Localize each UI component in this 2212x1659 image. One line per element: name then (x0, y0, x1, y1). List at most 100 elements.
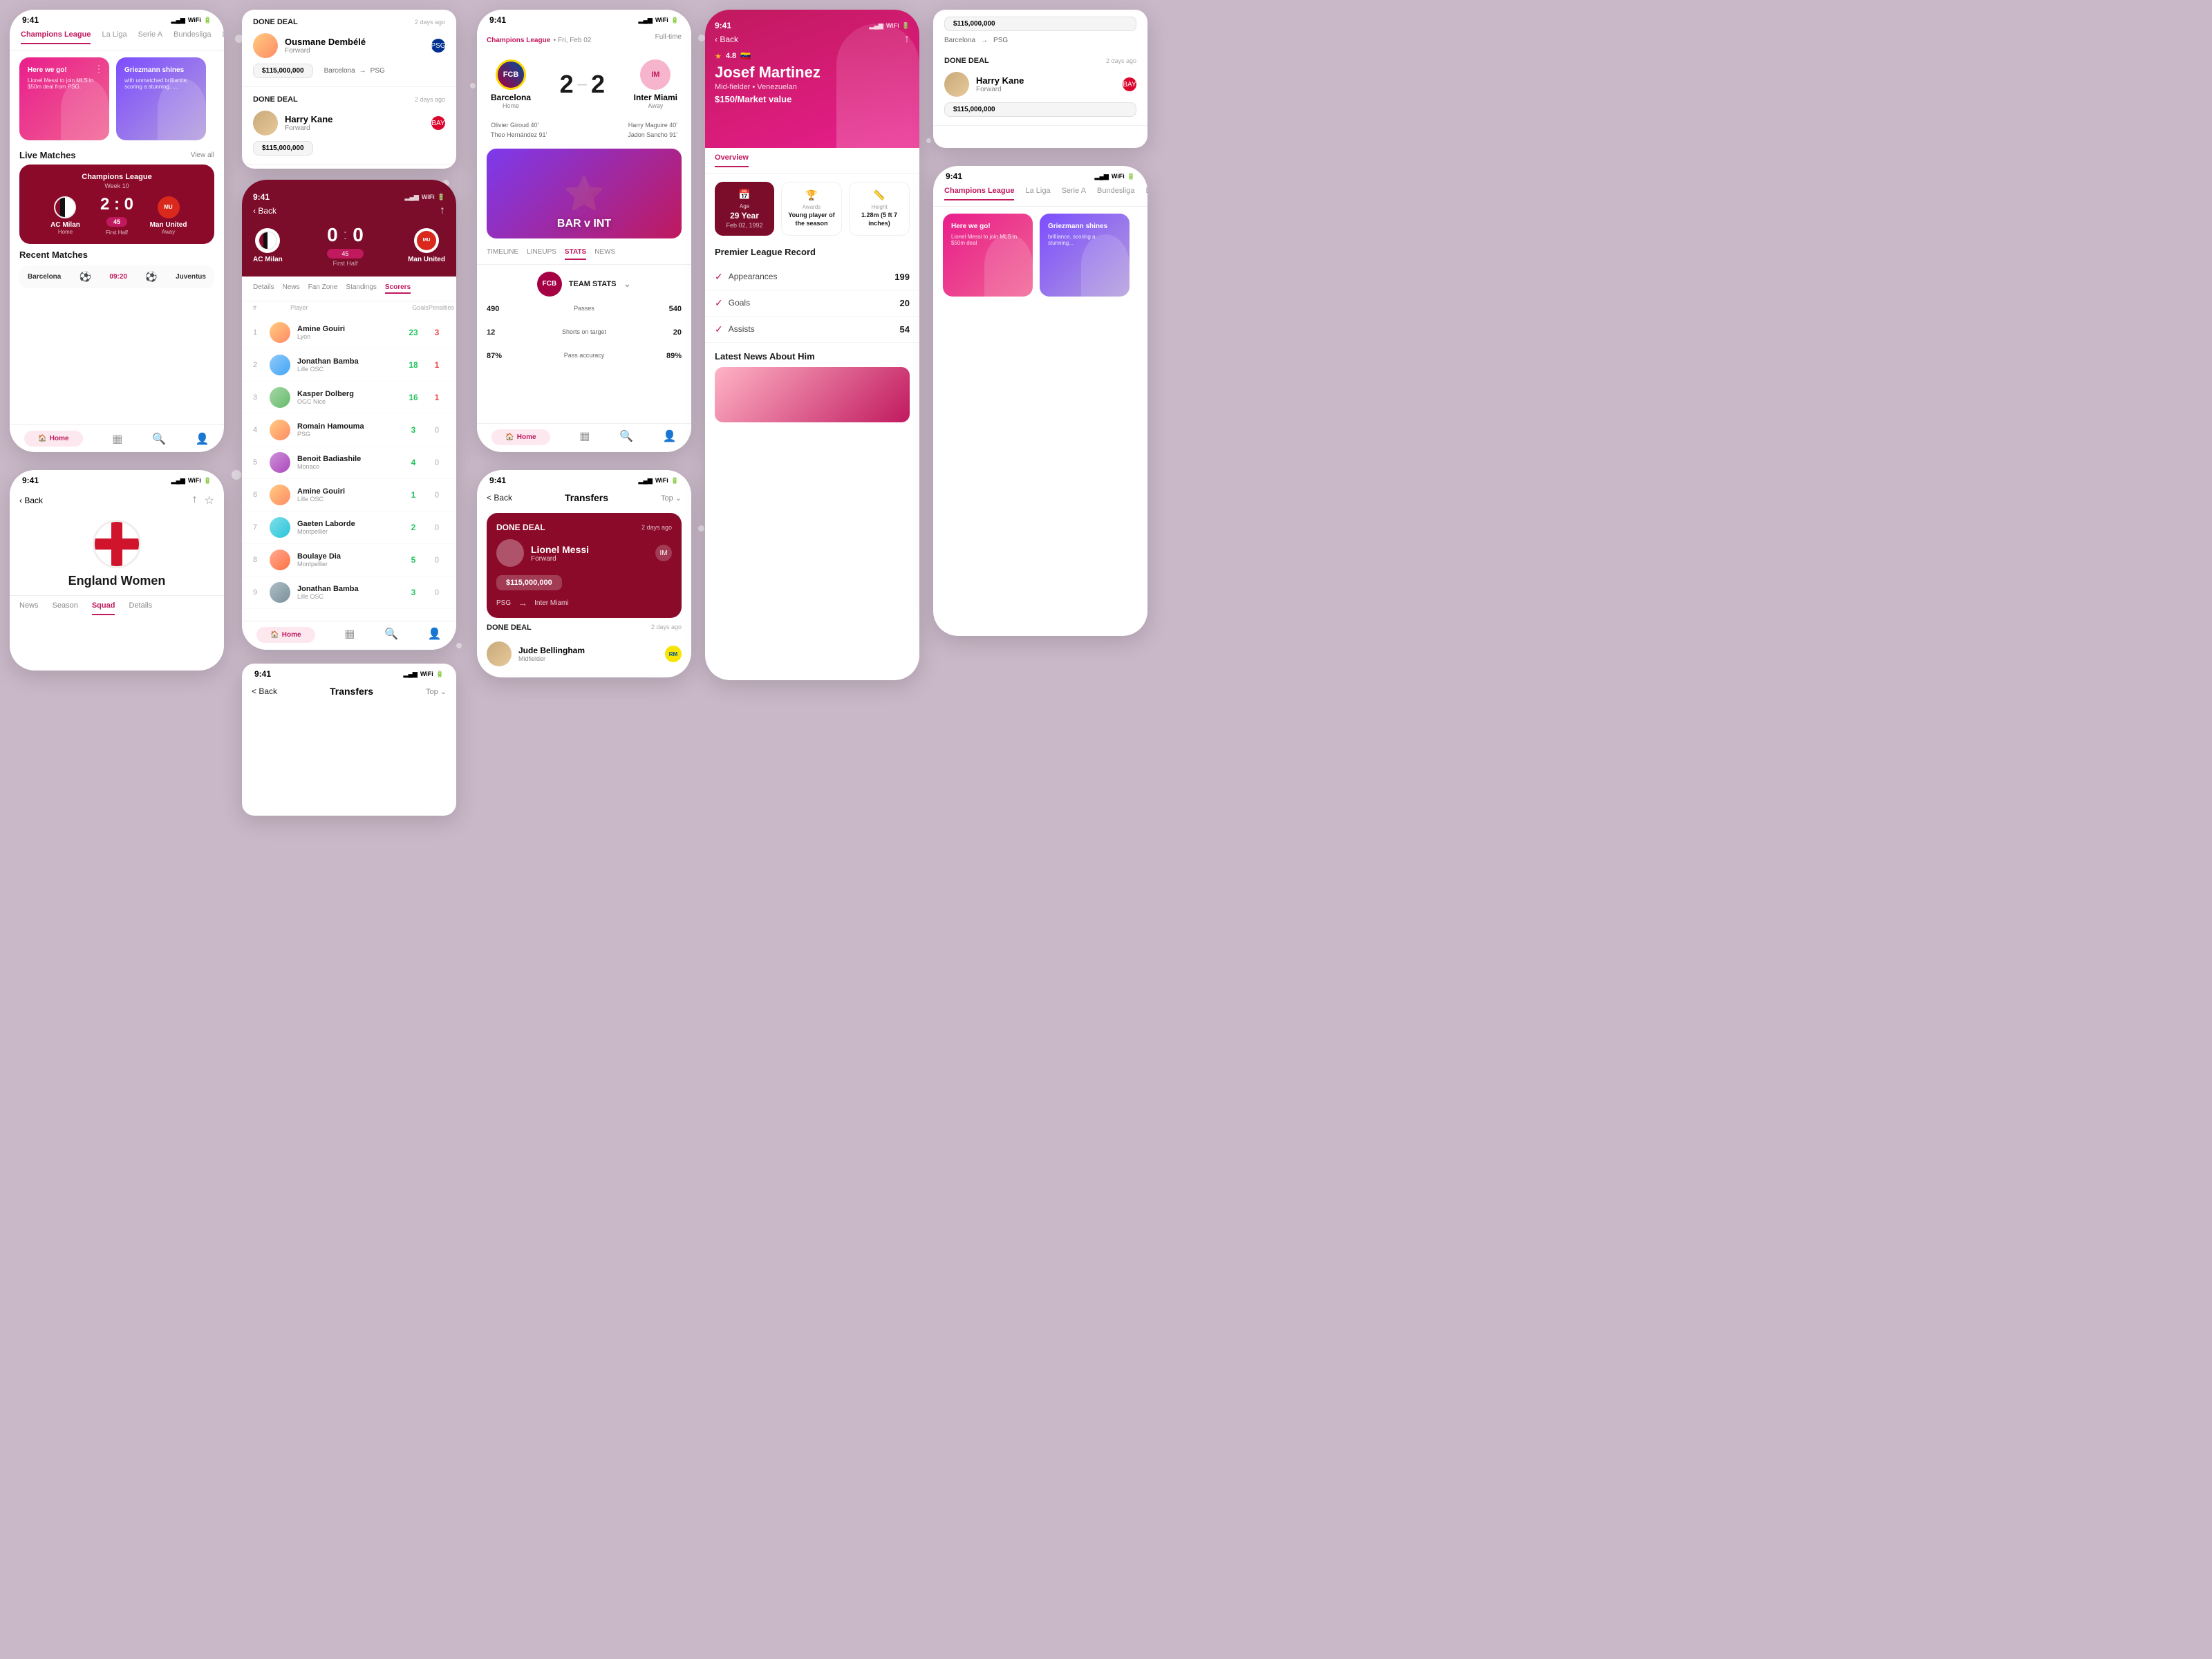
ms-away-team: IM Inter Miami Away (634, 59, 677, 109)
stat-accuracy-bar (487, 363, 682, 367)
deal-messi-avatar (496, 539, 524, 567)
nav-search-4[interactable]: 🔍 (619, 429, 633, 445)
nav-profile[interactable]: 👤 (196, 432, 209, 446)
scorer-row-8[interactable]: 8 Boulaye Dia Montpellier 5 0 (242, 544, 456, 577)
news-card-griezmann-10[interactable]: Griezmann shines brilliance, scoring a s… (1040, 214, 1130, 297)
nav-grid-4[interactable]: ▦ (579, 429, 590, 445)
pp-tab-overview[interactable]: Overview (715, 153, 749, 167)
ew-share-icon[interactable]: ↑ (192, 494, 198, 507)
tab-lineups[interactable]: LINEUPS (527, 248, 556, 260)
stat-passes-labels: 490 Passes 540 (487, 305, 682, 313)
transfer-back-7[interactable]: < Back (487, 493, 512, 503)
col-player: Player (283, 304, 412, 311)
tab-stats[interactable]: STATS (565, 248, 586, 260)
tab-fanzone[interactable]: Fan Zone (308, 283, 338, 294)
ew-actions: ↑ ☆ (192, 494, 214, 507)
scorer-row-9[interactable]: 9 Jonathan Bamba Lille OSC 3 0 (242, 577, 456, 609)
match-tabs-4[interactable]: TIMELINE LINEUPS STATS NEWS (477, 244, 691, 265)
scorer-row-5[interactable]: 5 Benoit Badiashile Monaco 4 0 (242, 447, 456, 479)
scorer-row-3[interactable]: 3 Kasper Dolberg OGC Nice 16 1 (242, 382, 456, 414)
scorer-num-4: 4 (253, 426, 263, 434)
tab-champions-league-1[interactable]: Champions League (21, 30, 91, 44)
tab-cl-10[interactable]: Champions League (944, 187, 1014, 200)
nav-home[interactable]: 🏠 Home (24, 431, 82, 447)
scorer-name-4: Romain Hamouma (297, 422, 398, 431)
nav-home-4[interactable]: 🏠 Home (491, 429, 550, 445)
pp-tabs[interactable]: Overview (705, 148, 919, 174)
news-card-messi-10[interactable]: Here we go! Lionel Messi to join MLS in … (943, 214, 1033, 297)
pp-back-btn[interactable]: ‹ Back (715, 35, 738, 44)
tab-bundesliga-1[interactable]: Bundesliga (174, 30, 211, 44)
league-tabs-1[interactable]: Champions League La Liga Serie A Bundesl… (10, 28, 224, 50)
screen9-deal-header: DONE DEAL 2 days ago (944, 57, 1136, 65)
transfer-back-6[interactable]: < Back (252, 686, 277, 696)
view-all-link[interactable]: View all (191, 151, 214, 159)
home-nav-btn[interactable]: 🏠 Home (24, 431, 82, 447)
tab-liga-1[interactable]: Liga (222, 30, 224, 44)
scorer-row-2[interactable]: 2 Jonathan Bamba Lille OSC 18 1 (242, 349, 456, 382)
tab-liga-10[interactable]: Liga (1145, 187, 1147, 200)
transfer-filter-6[interactable]: Top ⌄ (426, 687, 447, 696)
deal-dembele: DONE DEAL 2 days ago Ousmane Dembélé For… (242, 10, 456, 87)
home-nav-btn-4[interactable]: 🏠 Home (491, 429, 550, 445)
ew-tabs[interactable]: News Season Squad Details (10, 595, 224, 621)
ew-tab-details[interactable]: Details (129, 601, 152, 615)
nav-grid-3[interactable]: ▦ (344, 627, 355, 643)
scorer-club-2: Lille OSC (297, 366, 398, 373)
nav-search-3[interactable]: 🔍 (384, 627, 398, 643)
milan-logo (54, 196, 76, 218)
nav-search[interactable]: 🔍 (152, 432, 166, 446)
match-fulltime: Full-time (655, 33, 682, 46)
scorer-row-1[interactable]: 1 Amine Gouiri Lyon 23 3 (242, 317, 456, 349)
transfer-filter-7[interactable]: Top ⌄ (661, 494, 682, 503)
barca-logo-large: FCB (496, 59, 526, 90)
stat-shots-name: Shorts on target (495, 328, 673, 337)
ew-tab-season[interactable]: Season (53, 601, 78, 615)
ew-star-icon[interactable]: ☆ (205, 494, 214, 507)
tab-la-liga-1[interactable]: La Liga (102, 30, 126, 44)
tab-serie-a-10[interactable]: Serie A (1062, 187, 1086, 200)
tab-bundesliga-10[interactable]: Bundesliga (1097, 187, 1134, 200)
screen9-clubs-row: Barcelona → PSG (944, 37, 1136, 44)
transfer-header-7: < Back Transfers Top ⌄ (477, 488, 691, 507)
tab-serie-a-1[interactable]: Serie A (138, 30, 162, 44)
tab-la-liga-10[interactable]: La Liga (1025, 187, 1050, 200)
news-card-griezmann[interactable]: Griezmann shines with unmatched brillian… (116, 57, 206, 140)
ew-tab-squad[interactable]: Squad (92, 601, 115, 615)
tab-details[interactable]: Details (253, 283, 274, 294)
scorer-row-7[interactable]: 7 Gaeten Laborde Montpellier 2 0 (242, 512, 456, 544)
scorer-name-5: Benoit Badiashile (297, 455, 398, 463)
nav-profile-3[interactable]: 👤 (428, 627, 442, 643)
tab-standings[interactable]: Standings (346, 283, 376, 294)
scorer-name-2: Jonathan Bamba (297, 357, 398, 366)
scorer-name-1: Amine Gouiri (297, 325, 398, 333)
nav-home-3[interactable]: 🏠 Home (256, 627, 315, 643)
news-title-messi-10: Here we go! (951, 222, 1024, 231)
live-match-card[interactable]: Champions League Week 10 AC Milan Home 2… (19, 165, 214, 244)
transfers-top-panel: DONE DEAL 2 days ago Ousmane Dembélé For… (242, 10, 456, 169)
nav-grid[interactable]: ▦ (112, 432, 122, 446)
news-card-messi[interactable]: Here we go! Lionel Messi to join MLS in … (19, 57, 109, 140)
tab-news-4[interactable]: NEWS (594, 248, 615, 260)
ew-tab-news[interactable]: News (19, 601, 39, 615)
pp-player-image (836, 24, 919, 148)
tab-scorers[interactable]: Scorers (385, 283, 411, 294)
league-tabs-10[interactable]: Champions League La Liga Serie A Bundesl… (933, 184, 1147, 207)
scorers-share-icon[interactable]: ↑ (440, 205, 445, 217)
screen9-from: Barcelona (944, 37, 975, 44)
home-nav-btn-3[interactable]: 🏠 Home (256, 627, 315, 643)
scorer-row-4[interactable]: 4 Romain Hamouma PSG 3 0 (242, 414, 456, 447)
pp-news-image[interactable] (715, 367, 910, 422)
nav-profile-4[interactable]: 👤 (663, 429, 677, 445)
tab-news[interactable]: News (283, 283, 300, 294)
ew-back-btn[interactable]: ‹ Back (19, 496, 43, 505)
team-stats-header: FCB TEAM STATS ⌄ (487, 272, 682, 297)
recent-row-1[interactable]: Barcelona ⚽ 09:20 ⚽ Juventus (19, 265, 214, 288)
scorers-tabs[interactable]: Details News Fan Zone Standings Scorers (242, 276, 456, 301)
deal-messi-info: Lionel Messi Forward (531, 544, 589, 563)
team-stats-toggle[interactable]: ⌄ (623, 278, 631, 290)
tab-timeline[interactable]: TIMELINE (487, 248, 518, 260)
scorer-num-2: 2 (253, 361, 263, 369)
scorers-back-btn[interactable]: ‹ Back (253, 206, 276, 216)
scorer-row-6[interactable]: 6 Amine Gouiri Lille OSC 1 0 (242, 479, 456, 512)
